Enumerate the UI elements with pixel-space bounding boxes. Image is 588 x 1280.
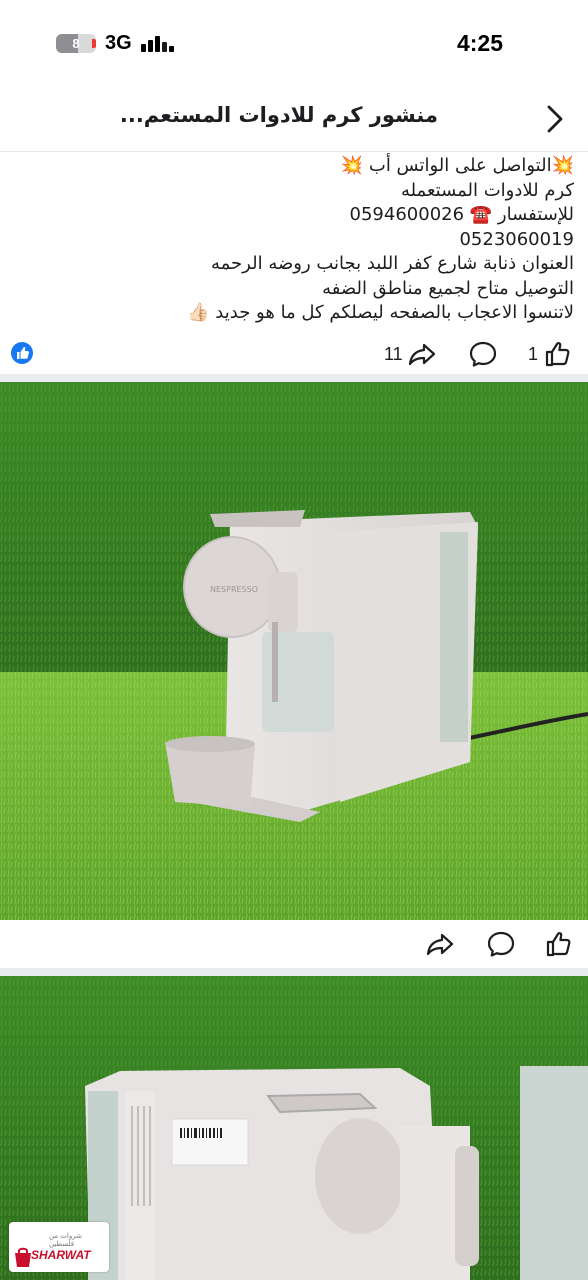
comment-icon	[487, 931, 515, 957]
clock: 4:25	[456, 30, 503, 56]
post-line: العنوان ذنابة شارع كفر اللبد بجانب روضه …	[211, 253, 574, 274]
back-button[interactable]	[540, 102, 570, 136]
chevron-right-icon	[547, 105, 563, 133]
like-reaction-icon	[11, 342, 33, 364]
post-photo[interactable]: NESPRESSO	[0, 382, 588, 920]
page-title: منشور كرم للادوات المستعم...	[119, 103, 438, 127]
status-bar: 8 3G 4:25	[0, 0, 588, 88]
battery-tip	[92, 39, 96, 48]
sharwat-logo: شروات من فلسطين SHARWAT	[9, 1222, 109, 1272]
battery-level: 8	[72, 36, 80, 51]
like-button[interactable]	[544, 928, 574, 960]
photo-actions-bar	[0, 924, 588, 966]
thumbs-up-icon	[546, 932, 571, 957]
share-button[interactable]	[425, 928, 455, 960]
post-line: التوصيل متاح لجميع مناطق الضفه	[322, 277, 574, 299]
like-count: 1	[528, 343, 539, 364]
post-line: كرم للادوات المستعمله	[400, 179, 574, 201]
coffee-machine-photo: NESPRESSO	[0, 382, 588, 920]
share-button[interactable]: 11	[384, 338, 437, 370]
post-body: 💥التواصل على الواتس أب 💥 كرم للادوات الم…	[34, 154, 574, 326]
page-header: منشور كرم للادوات المستعم...	[0, 88, 588, 152]
separator	[0, 968, 588, 976]
watermark-brand: SHARWAT	[31, 1248, 91, 1262]
watermark-tagline: شروات من فلسطين	[49, 1232, 82, 1248]
reactions-bar: 11 1	[0, 334, 588, 374]
thumbs-up-icon	[545, 342, 570, 367]
comment-button[interactable]	[486, 928, 516, 960]
like-button[interactable]: 1	[528, 338, 573, 370]
signal-icon	[141, 34, 174, 52]
brand-mark: NESPRESSO	[210, 585, 258, 594]
share-icon	[408, 343, 435, 366]
battery-icon: 8	[56, 34, 96, 53]
post-line: 💥التواصل على الواتس أب 💥	[340, 155, 574, 176]
comment-icon	[469, 341, 497, 367]
post-line: للإستفسار ☎️ 0594600026	[349, 204, 574, 225]
shopping-bag-icon	[15, 1247, 31, 1267]
post-line: لاتنسوا الاعجاب بالصفحه ليصلكم كل ما هو …	[187, 302, 574, 323]
share-count: 11	[384, 343, 403, 364]
post-line: 0523060019	[459, 228, 574, 250]
share-icon	[426, 933, 454, 956]
separator	[0, 374, 588, 382]
network-type: 3G	[105, 32, 132, 54]
comment-button[interactable]	[468, 338, 498, 370]
